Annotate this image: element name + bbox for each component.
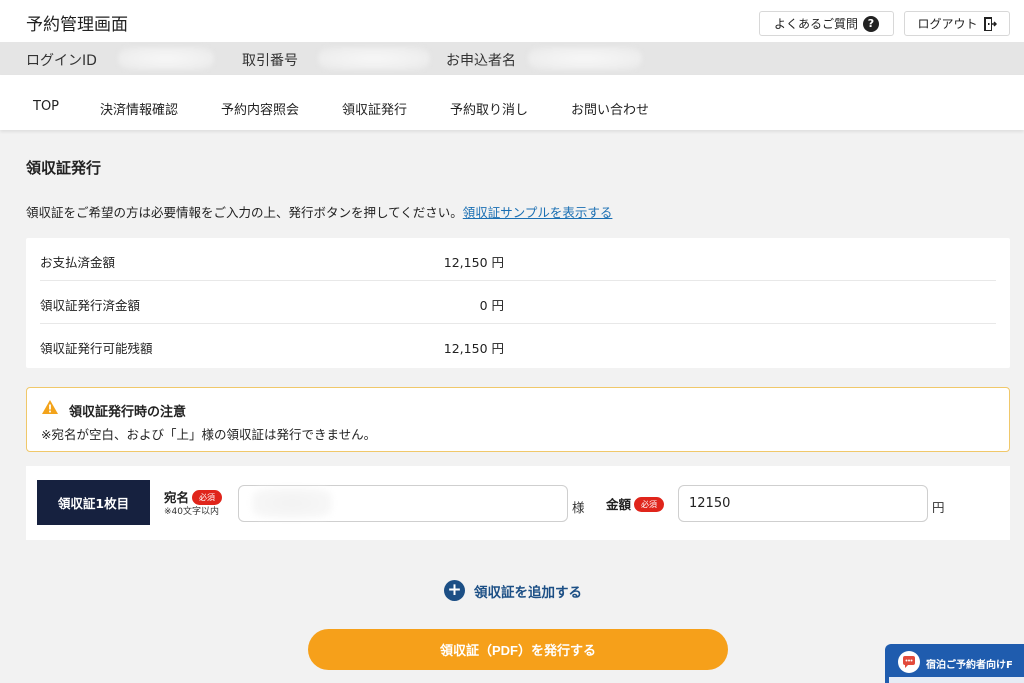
plus-circle-icon: +: [444, 580, 465, 601]
nav-top[interactable]: TOP: [33, 99, 59, 114]
transaction-number-redacted: [318, 47, 430, 70]
nav-contact[interactable]: お問い合わせ: [571, 99, 649, 118]
amount-row-remaining: 領収証発行可能残額 12,150 円: [40, 324, 996, 367]
amount-row-value: 0 円: [479, 298, 504, 313]
app-title: 予約管理画面: [26, 15, 128, 35]
required-badge: 必須: [192, 490, 223, 505]
receipt-entry-1: 領収証1枚目 宛名必須 ※40文字以内 様 金額必須 円: [26, 466, 1010, 540]
amount-summary: お支払済金額 12,150 円 領収証発行済金額 0 円 領収証発行可能残額 1…: [26, 238, 1010, 368]
amount-row-label: 領収証発行可能残額: [40, 341, 153, 356]
amount-row-issued: 領収証発行済金額 0 円: [40, 281, 996, 324]
required-badge: 必須: [634, 497, 665, 512]
issue-pdf-button[interactable]: 領収証（PDF）を発行する: [308, 629, 728, 670]
logout-label: ログアウト: [917, 17, 978, 31]
notice-title: 領収証発行時の注意: [69, 405, 187, 420]
amount-row-label: お支払済金額: [40, 255, 116, 270]
logout-door-icon: [983, 16, 997, 31]
honorific-suffix: 様: [572, 500, 585, 515]
recipient-name-label-text: 宛名: [164, 490, 190, 505]
notice-text: ※宛名が空白、および「上」様の領収証は発行できません。: [41, 427, 377, 442]
nav-reservation-lookup[interactable]: 予約内容照会: [221, 99, 299, 118]
chat-label: 宿泊ご予約者向けF: [926, 660, 1013, 671]
faq-button[interactable]: よくあるご質問 ?: [759, 11, 894, 36]
description-text: 領収証をご希望の方は必要情報をご入力の上、発行ボタンを押してください。: [26, 205, 463, 220]
receipt-notice: 領収証発行時の注意 ※宛名が空白、および「上」様の領収証は発行できません。: [26, 387, 1010, 452]
yen-suffix: 円: [932, 500, 945, 515]
page-description: 領収証をご希望の方は必要情報をご入力の上、発行ボタンを押してください。領収証サン…: [26, 202, 612, 221]
question-icon: ?: [863, 15, 879, 32]
receipt-number-badge: 領収証1枚目: [37, 480, 150, 525]
nav-cancel-reservation[interactable]: 予約取り消し: [450, 99, 528, 118]
chat-tabs-strip: [889, 677, 1024, 683]
add-receipt-button[interactable]: + 領収証を追加する: [444, 580, 582, 601]
main-nav: TOP 決済情報確認 予約内容照会 領収証発行 予約取り消し お問い合わせ: [0, 75, 1024, 130]
recipient-name-note: ※40文字以内: [164, 507, 219, 517]
amount-label: 金額 必須: [606, 494, 665, 513]
chat-bubble-icon: [898, 651, 920, 673]
logout-button[interactable]: ログアウト: [904, 11, 1010, 36]
amount-input[interactable]: [678, 485, 928, 522]
faq-label: よくあるご質問: [773, 17, 858, 31]
amount-row-label: 領収証発行済金額: [40, 298, 141, 313]
applicant-name-label: お申込者名: [446, 53, 516, 69]
amount-row-value: 12,150 円: [443, 341, 504, 356]
add-receipt-label: 領収証を追加する: [474, 584, 582, 601]
amount-row-value: 12,150 円: [443, 255, 504, 270]
recipient-name-redacted: [252, 488, 332, 518]
sample-receipt-link[interactable]: 領収証サンプルを表示する: [463, 205, 613, 220]
account-info-bar: ログインID 取引番号 お申込者名: [0, 42, 1024, 75]
amount-label-text: 金額: [606, 497, 632, 512]
nav-payment-info[interactable]: 決済情報確認: [100, 99, 178, 118]
transaction-number-label: 取引番号: [242, 53, 298, 69]
login-id-label: ログインID: [26, 53, 97, 69]
applicant-name-redacted: [528, 47, 642, 70]
login-id-redacted: [118, 47, 214, 70]
page-title: 領収証発行: [26, 159, 102, 177]
warning-icon: [42, 400, 58, 414]
top-header: 予約管理画面 よくあるご質問 ? ログアウト: [0, 0, 1024, 42]
amount-row-paid: お支払済金額 12,150 円: [40, 238, 996, 281]
chat-widget[interactable]: 宿泊ご予約者向けF: [885, 644, 1024, 683]
nav-receipt-issue[interactable]: 領収証発行: [342, 99, 407, 118]
